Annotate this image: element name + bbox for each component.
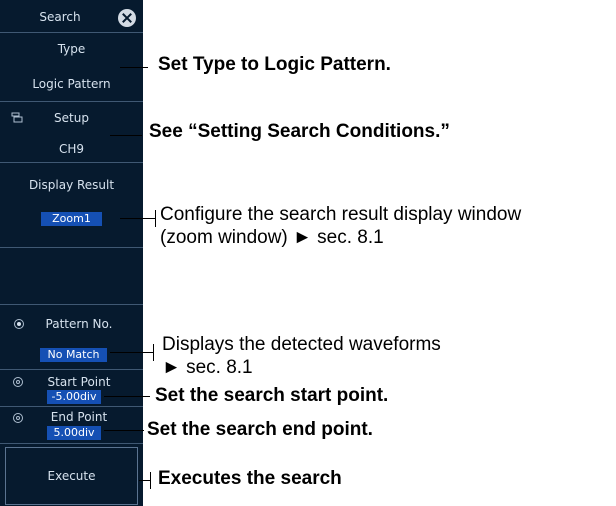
callout-end: Set the search end point. <box>147 419 373 440</box>
callout-leader <box>104 396 150 397</box>
end-point-value: 5.00div <box>47 426 101 440</box>
callout-bracket <box>153 344 154 361</box>
start-point-softkey[interactable]: Start Point -5.00div <box>0 370 143 406</box>
close-icon[interactable] <box>118 9 136 27</box>
divider <box>0 443 143 444</box>
execute-button[interactable]: Execute <box>5 447 138 505</box>
display-result-label: Display Result <box>28 178 115 192</box>
end-point-label: End Point <box>50 410 108 424</box>
start-point-value: -5.00div <box>47 390 101 404</box>
setup-softkey[interactable]: Setup CH9 <box>0 102 143 162</box>
callout-start: Set the search start point. <box>155 385 389 406</box>
pattern-no-label: Pattern No. <box>45 317 113 331</box>
callout-leader <box>104 430 144 431</box>
callout-type: Set Type to Logic Pattern. <box>158 54 391 75</box>
end-point-softkey[interactable]: End Point 5.00div <box>0 407 143 443</box>
setup-label: Setup <box>54 111 89 125</box>
callout-leader <box>120 67 148 68</box>
start-point-label: Start Point <box>47 375 111 389</box>
type-value: Logic Pattern <box>32 77 111 91</box>
menu-title: Search <box>39 10 81 24</box>
callout-setup: See “Setting Search Conditions.” <box>149 121 450 142</box>
empty-softkey <box>0 248 143 304</box>
callout-bracket <box>155 210 156 227</box>
pattern-no-softkey[interactable]: Pattern No. No Match <box>0 305 143 369</box>
callout-display-line1: Configure the search result display wind… <box>160 204 522 225</box>
callout-leader <box>120 218 156 219</box>
callout-leader <box>110 135 142 136</box>
pattern-no-value: No Match <box>40 348 107 362</box>
execute-label: Execute <box>47 469 96 483</box>
callout-execute: Executes the search <box>158 468 342 489</box>
callout-pattern-line2: ► sec. 8.1 <box>162 357 253 378</box>
display-result-value: Zoom1 <box>41 212 102 226</box>
type-label: Type <box>57 42 86 56</box>
callout-display-line2: (zoom window) ► sec. 8.1 <box>160 227 384 248</box>
callout-pattern-line1: Displays the detected waveforms <box>162 334 441 355</box>
setup-value: CH9 <box>58 142 85 156</box>
callout-bracket <box>150 472 151 489</box>
callout-leader <box>110 352 154 353</box>
display-result-softkey[interactable]: Display Result Zoom1 <box>0 163 143 247</box>
